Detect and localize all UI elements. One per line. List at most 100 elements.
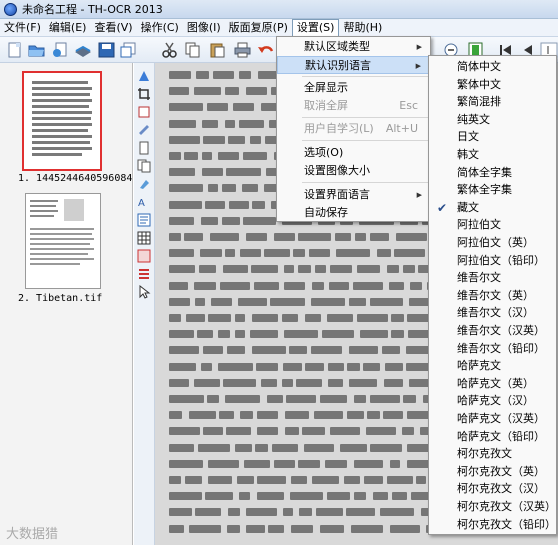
language-option[interactable]: 韩文 (429, 146, 556, 164)
menu-item-auto-save[interactable]: 自动保存 (277, 204, 430, 222)
language-option[interactable]: 维吾尔文（汉） (429, 304, 556, 322)
language-option[interactable]: 繁简混排 (429, 93, 556, 111)
menu-operate[interactable]: 操作(C) (137, 20, 183, 36)
language-option-label: 日文 (457, 130, 479, 144)
language-option-label: 繁体中文 (457, 77, 501, 91)
language-option-label: 维吾尔文（汉） (457, 306, 534, 320)
language-option[interactable]: 日文 (429, 128, 556, 146)
language-option[interactable]: 简体全字集 (429, 164, 556, 182)
language-option[interactable]: 柯尔克孜文 (429, 445, 556, 463)
open-folder-icon[interactable] (27, 41, 46, 59)
thumbnail-page-2[interactable] (25, 193, 101, 289)
vertical-toolbar: A (134, 63, 155, 545)
language-option[interactable]: 简体中文 (429, 58, 556, 76)
language-option[interactable]: 柯尔克孜文（汉英） (429, 498, 556, 516)
language-option-label: 阿拉伯文 (457, 218, 501, 232)
window-title: 未命名工程 - TH-OCR 2013 (22, 3, 163, 16)
language-option-label: 哈萨克文（汉英） (457, 412, 545, 425)
language-option[interactable]: 哈萨克文（汉英） (429, 410, 556, 428)
menu-view[interactable]: 查看(V) (90, 20, 136, 36)
save-icon[interactable] (97, 41, 116, 59)
new-document-icon[interactable] (5, 41, 24, 59)
region-image-tool-icon[interactable] (137, 249, 151, 263)
language-option-label: 维吾尔文（汉英） (457, 324, 545, 337)
cut-icon[interactable] (160, 41, 179, 59)
menu-item-user-self-learning: 用户自学习(L) Alt+U (304, 122, 418, 135)
menu-item-fullscreen[interactable]: 全屏显示 (277, 79, 430, 97)
language-option[interactable]: 阿拉伯文（英） (429, 234, 556, 252)
import-image-icon[interactable] (51, 41, 70, 59)
language-option-label: 藏文 (457, 200, 479, 214)
menu-item-default-recognition-language[interactable]: 默认识别语言 ▶ (277, 56, 430, 74)
language-option-label: 纯英文 (457, 112, 490, 126)
language-option[interactable]: 阿拉伯文 (429, 216, 556, 234)
language-option[interactable]: 繁体中文 (429, 76, 556, 94)
copy-icon[interactable] (183, 41, 202, 59)
language-option[interactable]: 纯英文 (429, 111, 556, 129)
region-table-tool-icon[interactable] (137, 231, 151, 245)
language-option-label: 维吾尔文（铅印） (457, 341, 545, 355)
menu-bar: 文件(F) 编辑(E) 查看(V) 操作(C) 图像(I) 版面复原(P) 设置… (0, 18, 558, 37)
language-option[interactable]: 维吾尔文（铅印） (429, 340, 556, 358)
thumbnail-page-1[interactable] (22, 71, 102, 171)
save-all-icon[interactable] (119, 41, 138, 59)
language-option-label: 哈萨克文（铅印） (457, 429, 545, 443)
menu-separator (302, 117, 428, 118)
language-option[interactable]: 哈萨克文（汉） (429, 392, 556, 410)
menu-edit[interactable]: 编辑(E) (45, 20, 91, 36)
menu-separator (302, 140, 428, 141)
scan-icon[interactable] (73, 41, 92, 59)
language-option[interactable]: 维吾尔文（英） (429, 287, 556, 305)
undo-icon[interactable] (256, 41, 275, 59)
thumbnail-pane: 1. 1445244640596084. 2. Tibetan.tif (0, 63, 138, 545)
language-option-label: 阿拉伯文（英） (457, 236, 534, 249)
region-order-tool-icon[interactable] (137, 267, 151, 281)
language-option[interactable]: ✔ 藏文 (429, 199, 556, 217)
erase-tool-icon[interactable] (137, 177, 151, 191)
crop-tool-icon[interactable] (137, 87, 151, 101)
rotate-tool-icon[interactable] (137, 105, 151, 119)
language-option-label: 哈萨克文（汉） (457, 394, 534, 408)
language-option-label: 简体中文 (457, 60, 501, 73)
language-option[interactable]: 柯尔克孜文（铅印） (429, 516, 556, 534)
menu-separator (302, 76, 428, 77)
menu-file[interactable]: 文件(F) (0, 20, 45, 36)
menu-item-set-image-size[interactable]: 设置图像大小 (277, 162, 430, 180)
menu-item-interface-language[interactable]: 设置界面语言 ▶ (277, 186, 430, 204)
language-option[interactable]: 哈萨克文 (429, 357, 556, 375)
ocr-tool-icon[interactable]: A (137, 195, 151, 209)
language-option-label: 繁简混排 (457, 95, 501, 109)
language-option[interactable]: 哈萨克文（英） (429, 375, 556, 393)
menu-separator (302, 182, 428, 183)
region-text-tool-icon[interactable] (137, 213, 151, 227)
menu-settings[interactable]: 设置(S) (291, 18, 340, 37)
menu-layout-restore[interactable]: 版面复原(P) (225, 20, 292, 36)
language-option-label: 维吾尔文（英） (457, 288, 534, 302)
title-bar: 未命名工程 - TH-OCR 2013 (0, 0, 558, 19)
menu-image[interactable]: 图像(I) (183, 20, 225, 36)
language-option-label: 维吾尔文 (457, 271, 501, 285)
language-option[interactable]: 繁体全字集 (429, 181, 556, 199)
svg-text:A: A (138, 198, 145, 209)
language-option-label: 哈萨克文（英） (457, 376, 534, 390)
page-tool-icon[interactable] (137, 141, 151, 155)
language-option-label: 柯尔克孜文（铅印） (457, 517, 556, 531)
paste-icon[interactable] (208, 41, 227, 59)
menu-help[interactable]: 帮助(H) (339, 20, 386, 36)
language-submenu: 简体中文繁体中文繁简混排纯英文日文韩文 简体全字集繁体全字集 ✔ 藏文 阿拉伯文阿拉伯文… (428, 55, 557, 535)
select-tool-icon[interactable] (137, 69, 151, 83)
language-option[interactable]: 柯尔克孜文（英） (429, 463, 556, 481)
cursor-tool-icon[interactable] (137, 284, 151, 299)
language-option[interactable]: 维吾尔文 (429, 269, 556, 287)
deskew-tool-icon[interactable] (137, 123, 151, 137)
language-option[interactable]: 柯尔克孜文（汉） (429, 480, 556, 498)
language-option[interactable]: 维吾尔文（汉英） (429, 322, 556, 340)
copy-page-tool-icon[interactable] (137, 159, 151, 173)
language-option[interactable]: 阿拉伯文（铅印） (429, 252, 556, 270)
menu-item-default-region-type[interactable]: 默认区域类型 ▶ (277, 38, 430, 56)
menu-item-options[interactable]: 选项(O) (277, 144, 430, 162)
app-logo-icon (4, 2, 17, 16)
language-option-label: 简体全字集 (457, 165, 512, 179)
language-option[interactable]: 哈萨克文（铅印） (429, 428, 556, 446)
print-icon[interactable] (233, 41, 252, 59)
